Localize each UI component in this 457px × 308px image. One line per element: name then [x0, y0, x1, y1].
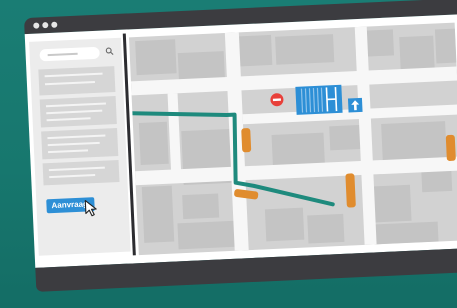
illustration-scene: Aanvraag	[0, 0, 457, 308]
no-entry-icon	[270, 93, 284, 107]
map-view[interactable]	[128, 22, 457, 256]
car-marker	[345, 173, 356, 208]
sidebar-list-panel[interactable]	[42, 159, 120, 186]
panel-line	[48, 166, 105, 172]
sidebar-list-panel[interactable]	[39, 96, 117, 128]
panel-line	[47, 134, 106, 140]
panel-line	[46, 117, 91, 122]
window-control-maximize[interactable]	[51, 21, 58, 28]
window-control-close[interactable]	[33, 22, 40, 29]
panel-line	[46, 109, 103, 115]
car-marker	[445, 134, 456, 162]
panel-line	[47, 141, 100, 147]
sidebar-list-panel[interactable]	[38, 66, 116, 96]
panel-line	[49, 174, 96, 179]
panel-line	[44, 80, 95, 86]
route-line	[130, 111, 335, 207]
panel-line	[45, 102, 106, 108]
cursor-icon	[84, 199, 97, 217]
search-input[interactable]	[39, 46, 100, 62]
panel-line	[44, 72, 103, 78]
panel-line	[48, 149, 89, 154]
search-icon[interactable]	[105, 47, 114, 55]
search-placeholder	[47, 52, 78, 57]
browser-window: Aanvraag	[23, 0, 457, 306]
sidebar: Aanvraag	[29, 37, 131, 256]
parking-icon	[295, 84, 343, 115]
window-control-minimize[interactable]	[42, 22, 49, 29]
one-way-icon	[347, 97, 363, 113]
car-marker	[241, 127, 252, 153]
sidebar-list-panel[interactable]	[41, 128, 119, 160]
